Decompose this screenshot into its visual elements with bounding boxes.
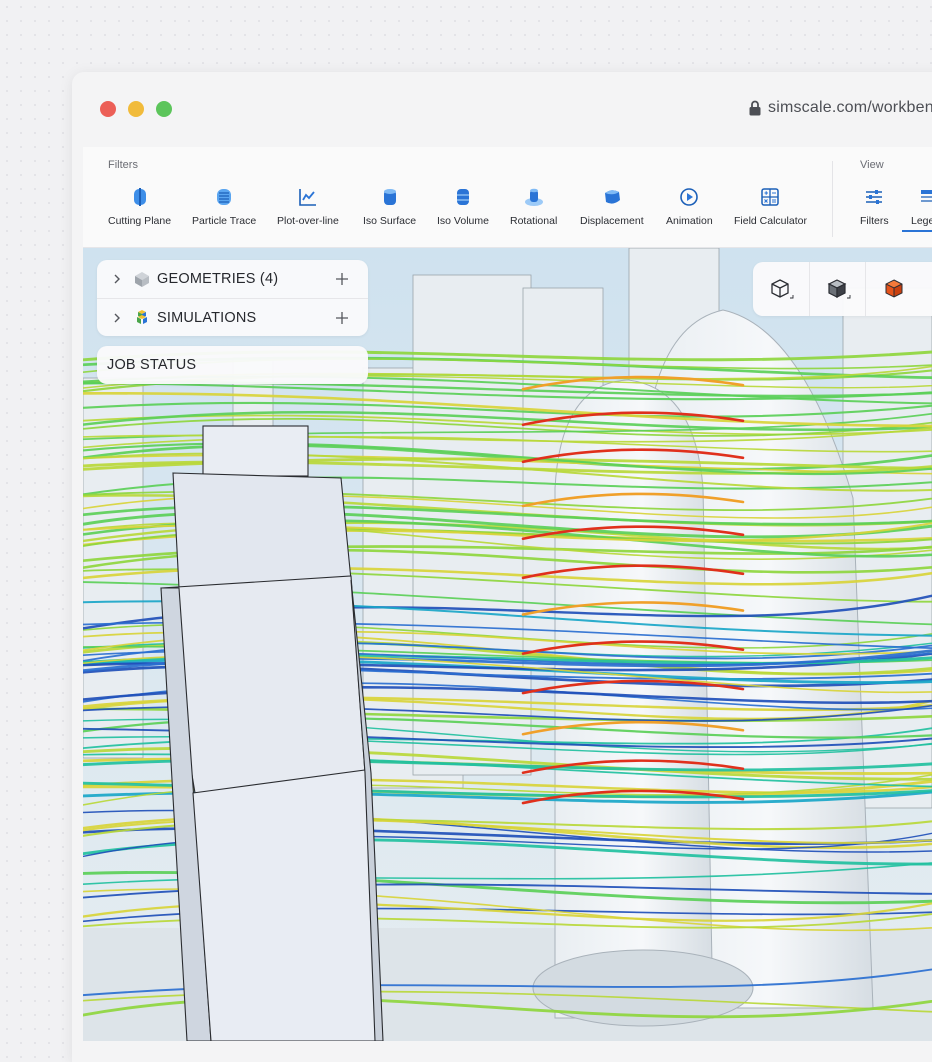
iso-volume-icon xyxy=(452,186,474,208)
geometries-count: (4) xyxy=(259,271,279,287)
rotational-icon xyxy=(523,186,545,208)
filters-sliders-icon xyxy=(863,186,885,208)
chevron-right-icon[interactable] xyxy=(112,274,122,284)
particle-trace-icon xyxy=(213,186,235,208)
calculator-icon xyxy=(759,186,781,208)
3d-viewport[interactable]: GEOMETRIES (4) SIMULATIONS JOB STATUS xyxy=(83,248,932,1041)
geometries-icon xyxy=(135,272,149,287)
address-bar[interactable]: simscale.com/workbench xyxy=(748,99,932,117)
plot-over-line-icon xyxy=(297,186,319,208)
solid-cube-icon xyxy=(827,279,851,299)
tool-iso-surface[interactable]: Iso Surface xyxy=(363,186,416,227)
view-mode-toolbar xyxy=(753,262,932,316)
title-bar: simscale.com/workbench xyxy=(72,72,932,144)
add-geometry-button[interactable] xyxy=(335,272,349,286)
highlighted-cube-icon xyxy=(885,279,903,298)
tool-particle-trace[interactable]: Particle Trace xyxy=(192,186,256,227)
tool-iso-volume[interactable]: Iso Volume xyxy=(437,186,489,227)
close-window-button[interactable] xyxy=(100,101,116,117)
displacement-icon xyxy=(601,186,623,208)
post-processing-toolbar: Filters View Cutting Plane Particle Trac… xyxy=(83,147,932,248)
geometries-label: GEOMETRIES xyxy=(157,271,256,287)
tool-cutting-plane[interactable]: Cutting Plane xyxy=(108,186,171,227)
tool-animation[interactable]: Animation xyxy=(666,186,713,227)
url-text: simscale.com/workbench xyxy=(768,99,932,116)
maximize-window-button[interactable] xyxy=(156,101,172,117)
tree-item-geometries[interactable]: GEOMETRIES (4) xyxy=(97,260,368,298)
solid-view-button[interactable] xyxy=(809,262,866,316)
tool-view-legend[interactable]: Legend xyxy=(911,186,932,227)
simulations-label: SIMULATIONS xyxy=(157,310,257,326)
tool-view-filters[interactable]: Filters xyxy=(860,186,889,227)
tool-rotational[interactable]: Rotational xyxy=(510,186,557,227)
chevron-right-icon[interactable] xyxy=(112,313,122,323)
legend-icon xyxy=(918,186,932,208)
highlight-view-button[interactable] xyxy=(865,262,922,316)
cutting-plane-icon xyxy=(129,186,151,208)
minimize-window-button[interactable] xyxy=(128,101,144,117)
model-tree-panel: GEOMETRIES (4) SIMULATIONS xyxy=(97,260,368,336)
wireframe-cube-icon xyxy=(771,279,794,299)
tool-field-calculator[interactable]: Field Calculator xyxy=(734,186,807,227)
tool-displacement[interactable]: Displacement xyxy=(580,186,644,227)
active-tab-indicator xyxy=(902,230,932,232)
simulations-icon xyxy=(137,310,147,324)
job-status-label: JOB STATUS xyxy=(107,357,197,373)
play-icon xyxy=(678,186,700,208)
tool-plot-over-line[interactable]: Plot-over-line xyxy=(277,186,339,227)
toolbar-divider xyxy=(832,161,833,237)
iso-surface-icon xyxy=(379,186,401,208)
filters-section-label: Filters xyxy=(108,159,138,171)
job-status-panel[interactable]: JOB STATUS xyxy=(97,346,368,384)
add-simulation-button[interactable] xyxy=(335,311,349,325)
lock-icon xyxy=(749,100,761,116)
tree-item-simulations[interactable]: SIMULATIONS xyxy=(97,298,368,337)
view-section-label: View xyxy=(860,159,884,171)
wireframe-view-button[interactable] xyxy=(753,262,809,316)
